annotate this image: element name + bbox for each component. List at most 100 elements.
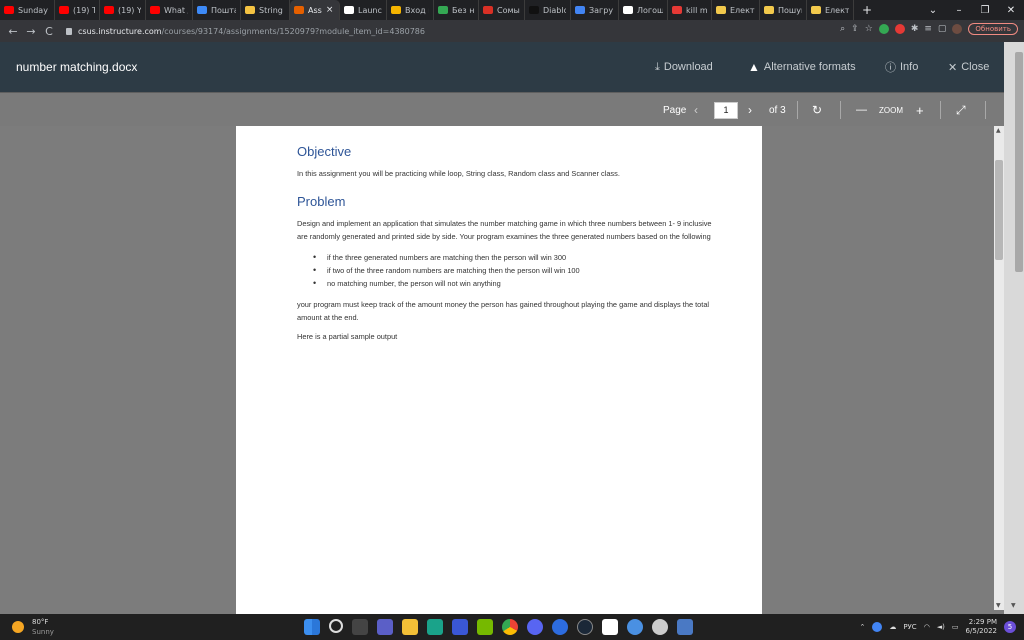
update-browser-button[interactable]: Обновить (968, 23, 1018, 35)
info-button[interactable]: ⓘ Info (885, 42, 918, 92)
reading-list-icon[interactable]: ≡ (924, 24, 932, 34)
browser-tab[interactable]: Сомы (479, 0, 525, 20)
notification-badge[interactable]: 5 (1004, 621, 1016, 633)
nvidia-icon[interactable] (477, 619, 493, 635)
settings-gear-icon[interactable] (652, 619, 668, 635)
fullscreen-icon[interactable]: ⤢ (956, 93, 966, 127)
browser-tab[interactable]: Ass × (290, 0, 340, 20)
list-item: if two of the three random numbers are m… (313, 264, 717, 277)
tab-favicon-icon (59, 6, 69, 14)
next-page-icon[interactable]: › (748, 93, 752, 127)
file-explorer-icon[interactable] (402, 619, 418, 635)
browser-tab[interactable]: kill mo (668, 0, 712, 20)
minimize-button[interactable]: – (946, 5, 972, 16)
address-bar: ← → C csus.instructure.com /courses/9317… (0, 20, 1024, 42)
windows-start-icon[interactable] (304, 619, 320, 635)
previous-page-icon[interactable]: ‹ (694, 93, 698, 127)
tab-label: (19) Tw (73, 5, 95, 15)
browser-tab[interactable]: Електр (712, 0, 760, 20)
toolbar-divider (840, 101, 841, 119)
chrome-icon[interactable] (502, 619, 518, 635)
language-indicator[interactable]: РУС (903, 623, 916, 631)
tab-label: String (259, 5, 283, 15)
wifi-icon[interactable]: ◠ (924, 623, 930, 631)
app-folder-icon[interactable] (677, 619, 693, 635)
browser-tab[interactable]: String (241, 0, 290, 20)
browser-tab[interactable]: What / (146, 0, 193, 20)
tab-label: Сомы (497, 5, 520, 15)
edge-icon[interactable] (552, 619, 568, 635)
zoom-out-button[interactable]: — (856, 93, 867, 127)
info-label: Info (900, 61, 919, 73)
onedrive-cloud-icon[interactable]: ☁ (889, 623, 896, 631)
store-icon[interactable] (452, 619, 468, 635)
restore-button[interactable]: ❐ (972, 5, 998, 16)
chevron-up-icon[interactable]: ⌃ (859, 623, 865, 631)
epic-games-icon[interactable] (602, 619, 618, 635)
zoom-lens-icon[interactable]: ⌕ (840, 24, 845, 34)
document-scrollbar-thumb[interactable] (995, 160, 1003, 260)
bookmark-star-icon[interactable]: ☆ (865, 24, 873, 34)
forward-button[interactable]: → (22, 25, 40, 38)
download-button[interactable]: ⤓ Download (655, 42, 713, 92)
tab-favicon-icon (575, 6, 585, 14)
reload-button[interactable]: C (40, 25, 58, 38)
extension-icon[interactable] (894, 24, 905, 34)
side-panel-icon[interactable]: ▢ (938, 24, 947, 34)
page-label: Page (663, 104, 687, 116)
browser-tab[interactable]: Загру (571, 0, 619, 20)
discord-icon[interactable] (527, 619, 543, 635)
temperature: 80°F (32, 618, 49, 626)
window-close-button[interactable]: ✕ (998, 5, 1024, 16)
scroll-up-arrow-icon[interactable]: ▲ (996, 127, 1001, 134)
download-label: Download (663, 61, 713, 73)
browser-tab[interactable]: Вход в (387, 0, 434, 20)
browser-tab[interactable]: Sunday (0, 0, 55, 20)
new-tab-button[interactable]: + (862, 3, 872, 17)
profile-avatar[interactable] (952, 24, 963, 34)
weather-widget[interactable]: 80°F Sunny (12, 617, 54, 637)
url-path: /courses/93174/assignments/1520979?modul… (161, 26, 425, 36)
page-scrollbar-thumb[interactable] (1015, 52, 1023, 272)
scroll-down-arrow-icon[interactable]: ▼ (996, 602, 1001, 609)
browser-tab[interactable]: Пошта (193, 0, 241, 20)
back-button[interactable]: ← (4, 25, 22, 38)
browser-tab[interactable]: Електр (807, 0, 854, 20)
tab-search-chevron-icon[interactable]: ⌄ (920, 5, 946, 16)
page-number-input[interactable]: 1 (714, 101, 738, 119)
tab-close-icon[interactable]: × (326, 5, 334, 15)
browser-tab[interactable]: (19) Yo (100, 0, 146, 20)
teams-chat-icon[interactable] (377, 619, 393, 635)
search-icon[interactable] (329, 619, 343, 633)
url-host: csus.instructure.com (78, 26, 162, 36)
share-icon[interactable]: ⇪ (851, 24, 859, 34)
rotate-icon[interactable]: ↻ (812, 93, 822, 127)
toolbar-divider (985, 101, 986, 119)
close-icon: ✕ (948, 61, 958, 74)
steam-icon[interactable] (577, 619, 593, 635)
browser-tab-bar: Sunday (19) Tw (19) Yo What / Пошта String Ass… (0, 0, 1024, 20)
tab-label: (19) Yo (118, 5, 141, 15)
url-field[interactable]: csus.instructure.com /courses/93174/assi… (66, 27, 846, 36)
browser-tab[interactable]: (19) Tw (55, 0, 100, 20)
browser-tab[interactable]: Launch (340, 0, 387, 20)
browser-tab[interactable]: Diablo (525, 0, 571, 20)
volume-icon[interactable]: ◄) (937, 623, 945, 631)
app-l-icon[interactable] (427, 619, 443, 635)
alternative-formats-label: Alternative formats (763, 61, 856, 73)
grammarly-extension-icon[interactable] (878, 24, 889, 34)
zoom-in-button[interactable]: + (916, 93, 924, 127)
tab-label: What / (164, 5, 188, 15)
browser-tab[interactable]: Без на (434, 0, 479, 20)
clock[interactable]: 2:29 PM 6/5/2022 (966, 618, 997, 636)
page-scroll-down-arrow-icon[interactable]: ▼ (1011, 602, 1016, 609)
browser-tab[interactable]: Пошук (760, 0, 807, 20)
extensions-puzzle-icon[interactable]: ✱ (911, 24, 919, 34)
alternative-formats-button[interactable]: ▲ Alternative formats (748, 42, 856, 92)
close-viewer-button[interactable]: ✕ Close (948, 42, 989, 92)
app-globe-icon[interactable] (627, 619, 643, 635)
tray-app-icon[interactable] (872, 622, 883, 632)
browser-tab[interactable]: Логош (619, 0, 668, 20)
task-view-icon[interactable] (352, 619, 368, 635)
battery-icon[interactable]: ▭ (952, 623, 959, 631)
